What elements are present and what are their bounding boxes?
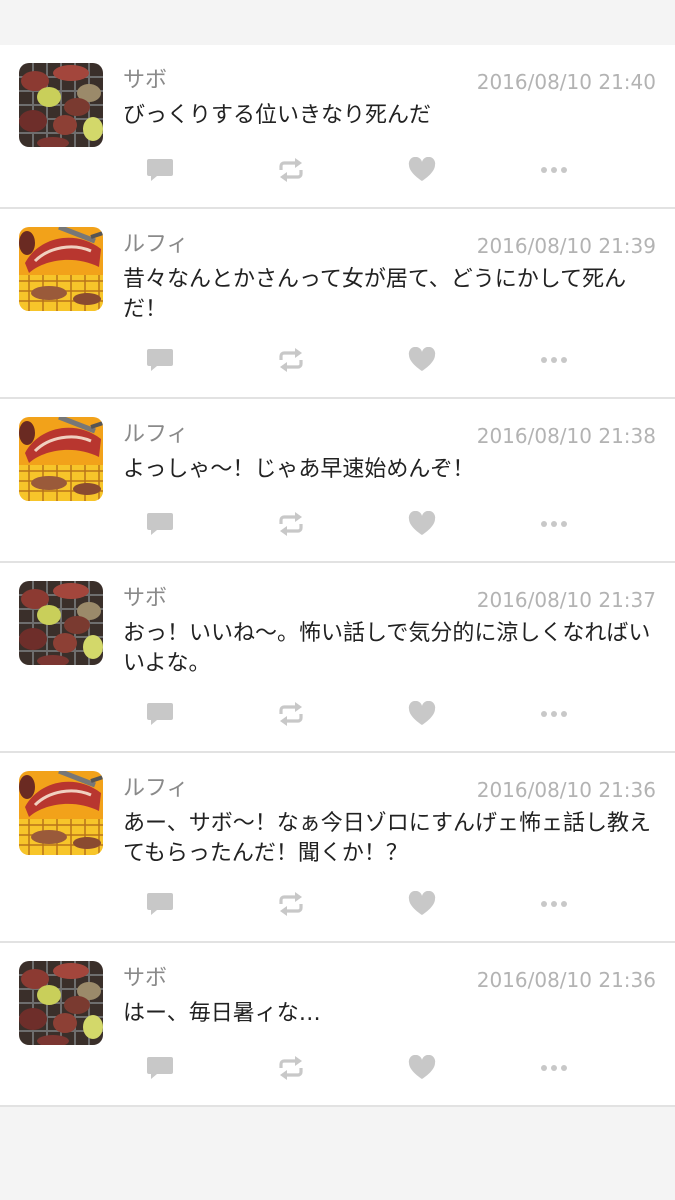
post-actions (0, 889, 675, 919)
heart-icon (408, 1055, 436, 1081)
retweet-icon (277, 1055, 305, 1081)
user-avatar[interactable] (19, 227, 103, 311)
reply-icon (146, 891, 174, 917)
post-text: 昔々なんとかさんって女が居て、どうにかして死んだ！ (123, 267, 627, 322)
retweet-icon (277, 157, 305, 183)
more-dots-icon (540, 157, 568, 183)
post-item[interactable]: サボ 2016/08/10 21:36 はー、毎日暑ィな… (0, 943, 675, 1107)
heart-icon (408, 347, 436, 373)
flaming-grill-meat-avatar-icon (19, 227, 103, 311)
more-options-button[interactable] (537, 699, 571, 729)
more-dots-icon (540, 1055, 568, 1081)
retweet-button[interactable] (274, 155, 308, 185)
post-author-name[interactable]: サボ (123, 67, 167, 95)
reply-icon (146, 347, 174, 373)
user-avatar[interactable] (19, 63, 103, 147)
post-text: はー、毎日暑ィな… (123, 1001, 321, 1026)
post-text: よっしゃ〜！じゃあ早速始めんぞ！ (123, 457, 475, 482)
post-actions (0, 1053, 675, 1083)
retweet-button[interactable] (274, 699, 308, 729)
reply-button[interactable] (143, 1053, 177, 1083)
reply-button[interactable] (143, 699, 177, 729)
post-feed[interactable]: サボ 2016/08/10 21:40 びっくりする位いきなり死んだ ルフィ 2… (0, 45, 675, 1107)
post-item[interactable]: ルフィ 2016/08/10 21:39 昔々なんとかさんって女が居て、どうにか… (0, 209, 675, 399)
timeline-screen: サボ 2016/08/10 21:40 びっくりする位いきなり死んだ ルフィ 2… (0, 0, 675, 1200)
retweet-button[interactable] (274, 1053, 308, 1083)
retweet-icon (277, 347, 305, 373)
heart-icon (408, 891, 436, 917)
reply-button[interactable] (143, 889, 177, 919)
top-bar (0, 0, 675, 45)
post-timestamp: 2016/08/10 21:36 (476, 778, 656, 802)
post-author-name[interactable]: ルフィ (123, 421, 189, 449)
post-item[interactable]: サボ 2016/08/10 21:37 おっ！いいね〜。怖い話しで気分的に涼しく… (0, 563, 675, 753)
more-dots-icon (540, 347, 568, 373)
retweet-icon (277, 511, 305, 537)
like-button[interactable] (405, 509, 439, 539)
more-options-button[interactable] (537, 889, 571, 919)
more-dots-icon (540, 511, 568, 537)
retweet-icon (277, 701, 305, 727)
more-options-button[interactable] (537, 509, 571, 539)
post-actions (0, 345, 675, 375)
grilled-meat-vegetables-avatar-icon (19, 63, 103, 147)
post-author-name[interactable]: サボ (123, 585, 167, 613)
reply-icon (146, 157, 174, 183)
retweet-button[interactable] (274, 889, 308, 919)
heart-icon (408, 701, 436, 727)
user-avatar[interactable] (19, 581, 103, 665)
post-actions (0, 699, 675, 729)
user-avatar[interactable] (19, 771, 103, 855)
reply-icon (146, 511, 174, 537)
grilled-meat-vegetables-avatar-icon (19, 961, 103, 1045)
like-button[interactable] (405, 345, 439, 375)
reply-icon (146, 701, 174, 727)
more-options-button[interactable] (537, 155, 571, 185)
post-item[interactable]: サボ 2016/08/10 21:40 びっくりする位いきなり死んだ (0, 45, 675, 209)
post-actions (0, 155, 675, 185)
more-dots-icon (540, 891, 568, 917)
post-item[interactable]: ルフィ 2016/08/10 21:38 よっしゃ〜！じゃあ早速始めんぞ！ (0, 399, 675, 563)
post-timestamp: 2016/08/10 21:38 (476, 424, 656, 448)
post-actions (0, 509, 675, 539)
heart-icon (408, 511, 436, 537)
flaming-grill-meat-avatar-icon (19, 417, 103, 501)
reply-button[interactable] (143, 509, 177, 539)
post-timestamp: 2016/08/10 21:39 (476, 234, 656, 258)
retweet-button[interactable] (274, 509, 308, 539)
post-author-name[interactable]: ルフィ (123, 231, 189, 259)
heart-icon (408, 157, 436, 183)
more-options-button[interactable] (537, 345, 571, 375)
reply-button[interactable] (143, 345, 177, 375)
post-author-name[interactable]: ルフィ (123, 775, 189, 803)
retweet-button[interactable] (274, 345, 308, 375)
post-text: あー、サボ〜！なぁ今日ゾロにすんげェ怖ェ話し教えてもらったんだ！聞くか！？ (123, 811, 652, 866)
post-author-name[interactable]: サボ (123, 965, 167, 993)
like-button[interactable] (405, 1053, 439, 1083)
flaming-grill-meat-avatar-icon (19, 771, 103, 855)
post-text: おっ！いいね〜。怖い話しで気分的に涼しくなればいいよな。 (123, 621, 651, 676)
more-dots-icon (540, 701, 568, 727)
user-avatar[interactable] (19, 417, 103, 501)
post-item[interactable]: ルフィ 2016/08/10 21:36 あー、サボ〜！なぁ今日ゾロにすんげェ怖… (0, 753, 675, 943)
user-avatar[interactable] (19, 961, 103, 1045)
post-timestamp: 2016/08/10 21:40 (476, 70, 656, 94)
post-text: びっくりする位いきなり死んだ (123, 103, 432, 128)
retweet-icon (277, 891, 305, 917)
post-timestamp: 2016/08/10 21:37 (476, 588, 656, 612)
post-timestamp: 2016/08/10 21:36 (476, 968, 656, 992)
grilled-meat-vegetables-avatar-icon (19, 581, 103, 665)
like-button[interactable] (405, 155, 439, 185)
reply-icon (146, 1055, 174, 1081)
more-options-button[interactable] (537, 1053, 571, 1083)
like-button[interactable] (405, 699, 439, 729)
reply-button[interactable] (143, 155, 177, 185)
like-button[interactable] (405, 889, 439, 919)
